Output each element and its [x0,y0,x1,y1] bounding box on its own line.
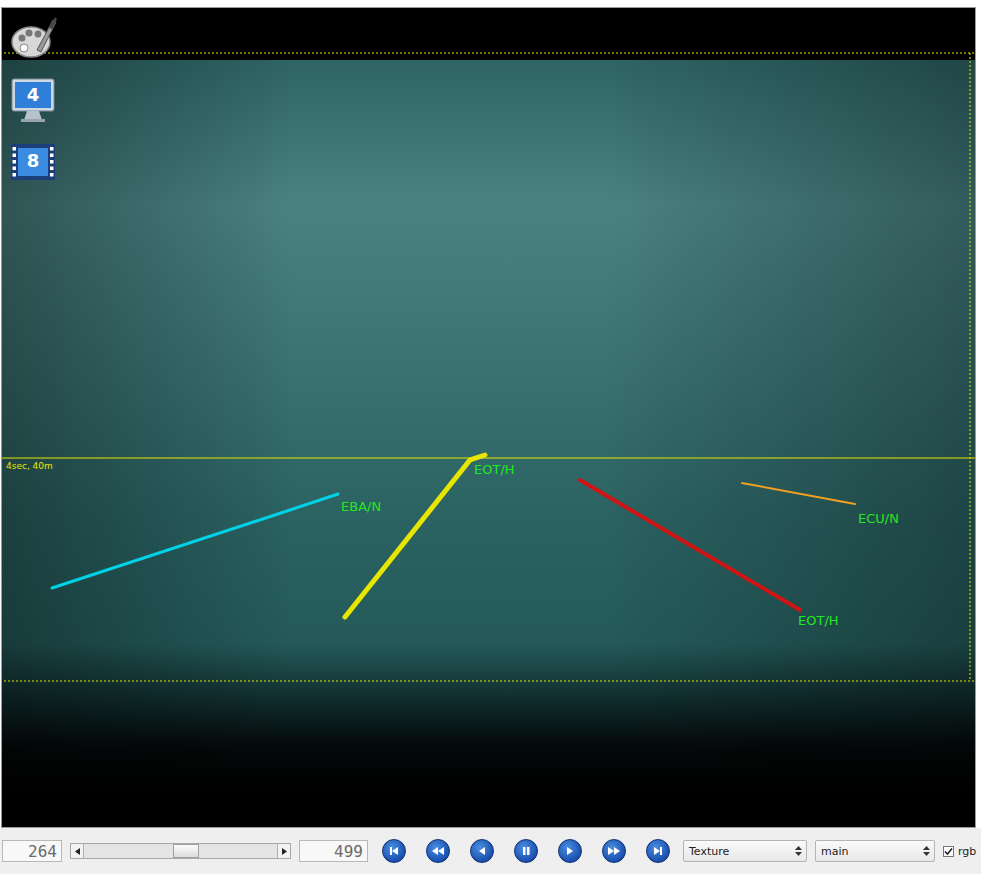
transport-controls [382,839,670,863]
rewind-icon [431,844,445,858]
rewind-button[interactable] [426,839,450,863]
first-icon [387,844,401,858]
check-icon [944,847,953,856]
lane[interactable]: EOT/H [580,480,839,628]
roi-top-line [1,53,975,54]
horizon-label: 4sec, 40m [6,461,53,471]
lane[interactable]: EBA/N [52,494,381,588]
side-icons: 48 [9,14,57,186]
slider-left-button[interactable] [71,844,84,858]
pause-button[interactable] [514,839,538,863]
annotation-viewer: 4sec, 40mEBA/NEOT/HEOT/HECU/N48264499Tex… [0,0,981,874]
video-panel: 4sec, 40mEBA/NEOT/HEOT/HECU/N48 [1,7,976,828]
slider-track[interactable] [84,844,277,858]
last-icon [651,844,665,858]
icon-number: 8 [9,152,57,170]
slider-thumb[interactable] [173,844,199,858]
lane-label: ECU/N [858,511,899,526]
lane[interactable]: ECU/N [742,483,899,526]
video-frame [2,60,975,790]
lane-label: EBA/N [341,499,381,514]
monitor-button[interactable]: 4 [9,76,57,124]
slider-right-button[interactable] [277,844,290,858]
view-select[interactable]: main [815,840,935,862]
palette-icon[interactable] [9,14,57,62]
total-frames-field[interactable]: 499 [299,840,368,862]
view-select[interactable]: Texture [683,840,807,862]
playback-toolbar: 264 499 Texture mainrgb [0,828,981,874]
frame-slider[interactable] [70,843,291,859]
lane-line[interactable] [345,455,485,617]
arrow-left-icon [75,848,80,855]
previous-button[interactable] [470,839,494,863]
lane-label: EOT/H [798,613,839,628]
rgb-checkbox[interactable]: rgb [943,845,976,858]
lane-line[interactable] [580,480,800,610]
checkbox-box[interactable] [943,846,954,857]
pause-icon [519,844,533,858]
previous-icon [475,844,489,858]
fast-forward-icon [607,844,621,858]
horizon-line [1,458,975,459]
play-button[interactable] [558,839,582,863]
fast-forward-button[interactable] [602,839,626,863]
arrow-right-icon [282,848,287,855]
select-arrows-icon [795,845,802,857]
lane[interactable]: EOT/H [345,455,515,617]
roi-right-line [970,53,971,681]
lane-line[interactable] [742,483,855,504]
roi-bottom-line [1,681,975,682]
last-button[interactable] [646,839,670,863]
video-top-bar [2,8,975,60]
first-button[interactable] [382,839,406,863]
frame-field[interactable]: 264 [2,840,62,862]
film-button[interactable]: 8 [9,138,57,186]
play-icon [563,844,577,858]
lane-overlay: 4sec, 40m EBA/N EOT/H EOT/H ECU/N [1,7,976,828]
palette-button[interactable] [9,14,57,62]
lane-line[interactable] [52,494,338,588]
icon-number: 4 [9,86,57,104]
video-bottom-strip [2,790,975,827]
lane-label: EOT/H [474,462,515,477]
select-arrows-icon [923,845,930,857]
